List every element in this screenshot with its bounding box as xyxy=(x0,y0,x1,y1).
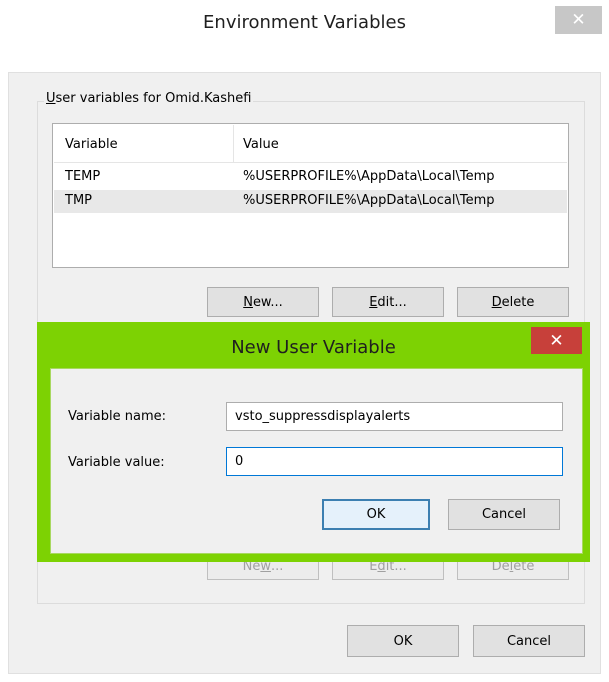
row-value: %USERPROFILE%\AppData\Local\Temp xyxy=(243,193,495,208)
column-header-variable[interactable]: Variable xyxy=(65,137,118,152)
variable-name-label: Variable name: xyxy=(68,409,167,424)
user-variables-list[interactable]: Variable Value TEMP %USERPROFILE%\AppDat… xyxy=(52,123,569,268)
column-header-value[interactable]: Value xyxy=(243,137,279,152)
row-value: %USERPROFILE%\AppData\Local\Temp xyxy=(243,169,495,184)
variable-value-label: Variable value: xyxy=(68,455,165,470)
close-icon[interactable]: ✕ xyxy=(555,6,602,34)
variable-value-input[interactable]: 0 xyxy=(226,447,563,476)
cancel-button[interactable]: Cancel xyxy=(473,625,585,657)
dialog-title: New User Variable xyxy=(231,337,396,358)
variable-name-input[interactable]: vsto_suppressdisplayalerts xyxy=(226,402,563,431)
column-divider[interactable] xyxy=(233,125,234,163)
user-variables-legend: User variables for Omid.Kashefi xyxy=(44,91,254,106)
user-edit-button[interactable]: Edit... xyxy=(332,287,444,317)
user-delete-button[interactable]: Delete xyxy=(457,287,569,317)
row-variable: TMP xyxy=(65,193,92,208)
user-new-button[interactable]: New... xyxy=(207,287,319,317)
list-header: Variable Value xyxy=(54,125,567,163)
table-row[interactable]: TEMP %USERPROFILE%\AppData\Local\Temp xyxy=(54,166,567,189)
window-title: Environment Variables xyxy=(203,12,406,33)
dialog-cancel-button[interactable]: Cancel xyxy=(448,499,560,530)
table-row[interactable]: TMP %USERPROFILE%\AppData\Local\Temp xyxy=(54,190,567,213)
dialog-ok-button[interactable]: OK xyxy=(322,499,430,530)
close-icon[interactable]: ✕ xyxy=(531,327,582,354)
ok-button[interactable]: OK xyxy=(347,625,459,657)
row-variable: TEMP xyxy=(65,169,101,184)
